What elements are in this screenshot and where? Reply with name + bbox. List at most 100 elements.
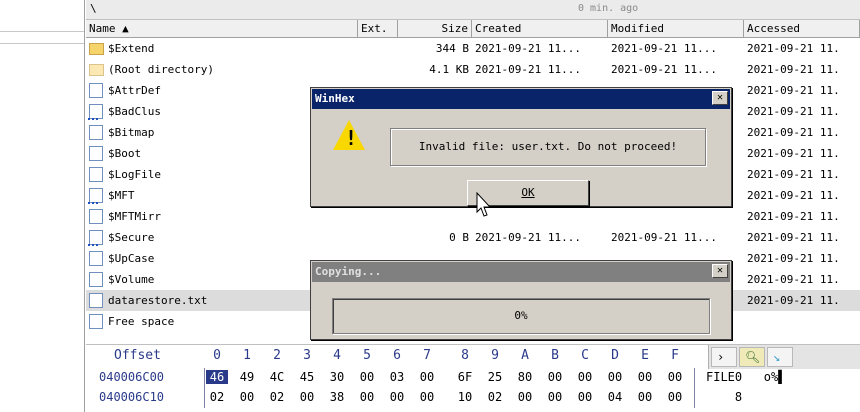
hex-byte[interactable]: 00: [574, 370, 596, 384]
hex-byte[interactable]: 80: [514, 370, 536, 384]
hex-byte[interactable]: 45: [296, 370, 318, 384]
cell-text: 2021-09-21 11.: [747, 147, 840, 160]
hex-column-header: 1: [243, 348, 251, 363]
search-icon[interactable]: 🔍︎: [739, 347, 765, 367]
hex-byte[interactable]: 02: [266, 390, 288, 404]
file-accessed: 2021-09-21 11.: [744, 101, 860, 122]
file-modified: 2021-09-21 11...: [608, 38, 744, 59]
hex-row: 040006C00 46 49 4C 45 30 00 03 00 6F 25 80 00 00 00 00 0…: [86, 368, 860, 388]
hex-column-header: 2: [273, 348, 281, 363]
file-size: 4.1 KB: [398, 59, 472, 80]
file-ext: [358, 38, 398, 59]
file-modified: [608, 206, 744, 227]
dialog-title: WinHex: [312, 89, 730, 109]
cell-text: 2021-09-21 11.: [747, 126, 840, 139]
file-sparse-icon: [88, 104, 103, 120]
cell-text: $LogFile: [108, 168, 161, 181]
message-box: Invalid file: user.txt. Do not proceed!: [390, 128, 706, 166]
hex-header: Offset 0 1 2 3 4 5 6 7 8 9 A B C D E F › 🔍︎ ↘: [86, 344, 860, 369]
hex-column-header: F: [671, 348, 679, 363]
hex-column-header: 7: [423, 348, 431, 363]
hex-byte[interactable]: 00: [416, 390, 438, 404]
cell-text: 2021-09-21 11.: [747, 231, 840, 244]
file-accessed: 2021-09-21 11.: [744, 80, 860, 101]
hex-byte[interactable]: 00: [664, 390, 686, 404]
file-icon: [89, 293, 103, 308]
hex-byte[interactable]: 00: [544, 370, 566, 384]
hex-byte[interactable]: 4C: [266, 370, 288, 384]
cell-text: 2021-09-21 11.: [747, 63, 840, 76]
cell-text: $Volume: [108, 273, 155, 286]
hex-byte[interactable]: 00: [296, 390, 318, 404]
cell-text: 2021-09-21 11.: [747, 84, 840, 97]
left-panel-strip: [0, 0, 84, 32]
cell-text: 2021-09-21 11.: [747, 252, 840, 265]
close-icon[interactable]: ✕: [712, 264, 728, 278]
hex-byte[interactable]: 00: [634, 390, 656, 404]
file-ext: [358, 59, 398, 80]
hex-byte[interactable]: 25: [484, 370, 506, 384]
hex-byte[interactable]: 6F: [454, 370, 476, 384]
file-row[interactable]: $Secure 0 B 2021-09-21 11... 2021-09-21 11.…: [86, 227, 860, 248]
hex-byte[interactable]: 00: [664, 370, 686, 384]
file-ext: [358, 227, 398, 248]
cell-text: 2021-09-21 11.: [747, 105, 840, 118]
hex-byte[interactable]: 30: [326, 370, 348, 384]
file-accessed: 2021-09-21 11.: [744, 164, 860, 185]
file-accessed: 2021-09-21 11.: [744, 248, 860, 269]
hex-byte[interactable]: 49: [236, 370, 258, 384]
file-row[interactable]: $Extend 344 B 2021-09-21 11... 2021-09-21 1…: [86, 38, 860, 59]
hex-byte[interactable]: 03: [386, 370, 408, 384]
file-icon: [89, 146, 103, 161]
warning-icon: !: [333, 120, 365, 152]
column-header-ext[interactable]: Ext.: [358, 20, 398, 38]
file-accessed: 2021-09-21 11.: [744, 269, 860, 290]
file-row[interactable]: $MFTMirr 2021-09-21 11.: [86, 206, 860, 227]
arrow-icon[interactable]: ↘: [767, 347, 793, 367]
file-accessed: 2021-09-21 11.: [744, 227, 860, 248]
hex-text[interactable]: FILE0 o%▌: [706, 370, 785, 384]
copy-dialog: Copying... ✕ 0%: [310, 260, 732, 340]
column-header-size[interactable]: Size: [398, 20, 472, 38]
hex-byte[interactable]: 00: [236, 390, 258, 404]
hex-address: 040006C00: [99, 370, 165, 384]
hex-byte[interactable]: 00: [604, 370, 626, 384]
file-created: 2021-09-21 11...: [472, 227, 608, 248]
column-header-created[interactable]: Created: [472, 20, 608, 38]
hex-byte[interactable]: 00: [634, 370, 656, 384]
file-accessed: 2021-09-21 11.: [744, 185, 860, 206]
nav-icon[interactable]: ›: [711, 347, 737, 367]
cell-text: 2021-09-21 11.: [747, 210, 840, 223]
column-header-name[interactable]: Name ▲: [86, 20, 358, 38]
hex-byte[interactable]: 46: [206, 370, 228, 384]
hex-byte[interactable]: 04: [604, 390, 626, 404]
hex-byte[interactable]: 00: [416, 370, 438, 384]
file-accessed: 2021-09-21 11.: [744, 206, 860, 227]
hex-offset-label: Offset: [114, 348, 161, 363]
hex-byte[interactable]: 02: [206, 390, 228, 404]
cell-text: $Secure: [108, 231, 155, 244]
hex-byte[interactable]: 00: [514, 390, 536, 404]
file-name: (Root directory): [86, 59, 358, 80]
column-header-modified[interactable]: Modified: [608, 20, 744, 38]
hex-byte[interactable]: 02: [484, 390, 506, 404]
hex-byte[interactable]: 00: [356, 370, 378, 384]
hex-text[interactable]: 8: [706, 390, 742, 404]
cell-text: $BadClus: [108, 105, 161, 118]
ok-button-label: OK: [521, 186, 535, 199]
hex-byte[interactable]: 00: [386, 390, 408, 404]
file-size: 344 B: [398, 38, 472, 59]
column-header-accessed[interactable]: Accessed: [744, 20, 860, 38]
file-row[interactable]: (Root directory) 4.1 KB 2021-09-21 11... 20…: [86, 59, 860, 80]
hex-byte[interactable]: 00: [356, 390, 378, 404]
close-icon[interactable]: ✕: [712, 91, 728, 105]
hex-byte[interactable]: 38: [326, 390, 348, 404]
file-name: $Secure: [86, 227, 358, 248]
hex-column-header: 0: [213, 348, 221, 363]
hex-column-header: 5: [363, 348, 371, 363]
hex-byte[interactable]: 00: [544, 390, 566, 404]
hex-byte[interactable]: 00: [574, 390, 596, 404]
hex-byte[interactable]: 10: [454, 390, 476, 404]
cell-text: $AttrDef: [108, 84, 161, 97]
file-accessed: [744, 311, 860, 332]
